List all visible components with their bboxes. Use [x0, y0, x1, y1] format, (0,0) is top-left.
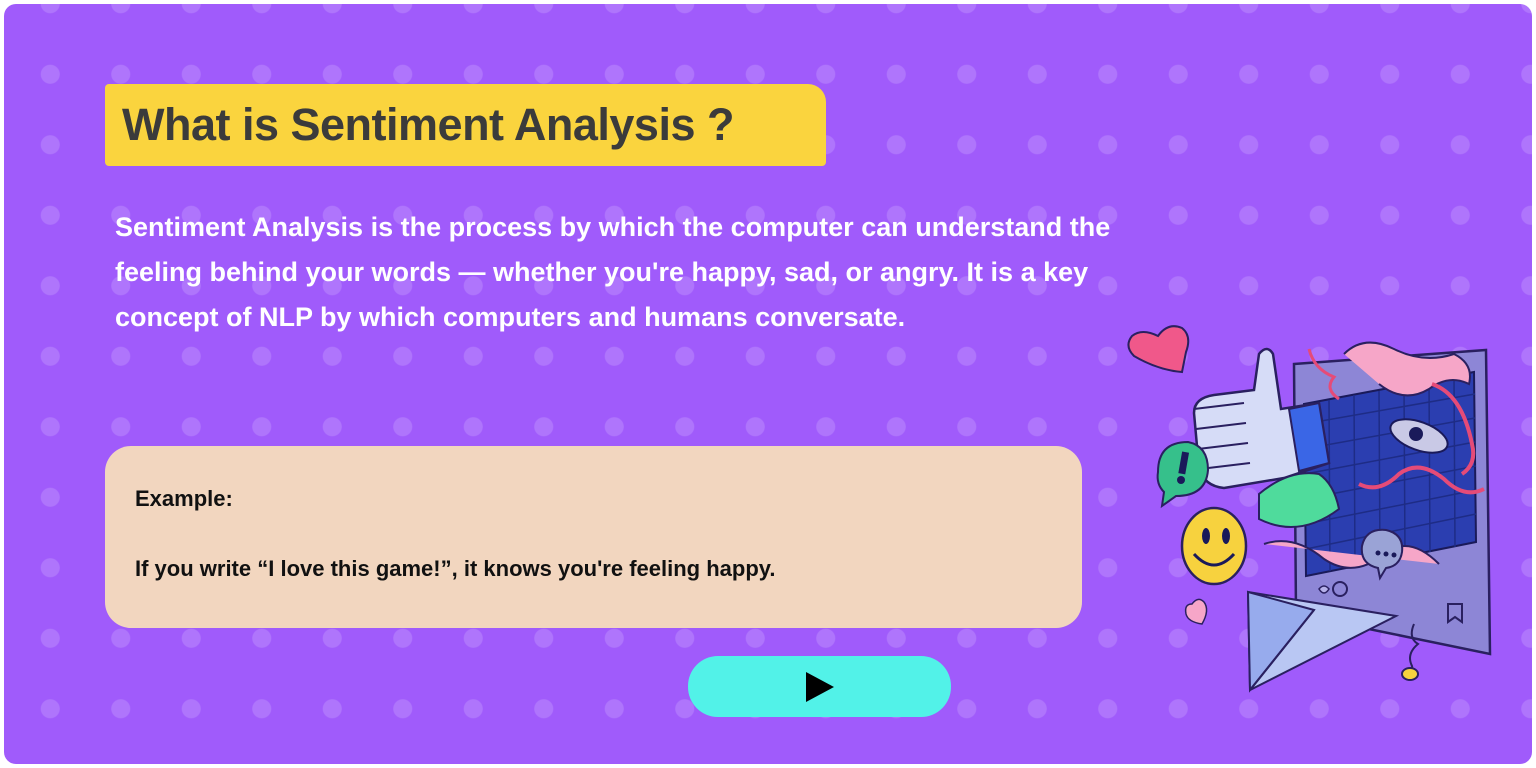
example-card: Example: If you write “I love this game!… — [105, 446, 1082, 628]
description-text: Sentiment Analysis is the process by whi… — [115, 212, 1111, 332]
example-text: If you write “I love this game!”, it kno… — [135, 556, 776, 581]
title-banner: What is Sentiment Analysis ? — [105, 84, 826, 166]
smiley-icon — [1180, 506, 1248, 586]
lesson-card: What is Sentiment Analysis ? Sentiment A… — [4, 4, 1532, 764]
play-icon — [805, 671, 834, 702]
page-title: What is Sentiment Analysis ? — [122, 99, 734, 150]
example-label: Example: — [135, 486, 233, 511]
sentiment-illustration — [1127, 325, 1492, 693]
exclamation-bubble-icon — [1156, 440, 1210, 509]
play-button[interactable] — [688, 656, 951, 717]
heart-icon — [1127, 325, 1190, 374]
